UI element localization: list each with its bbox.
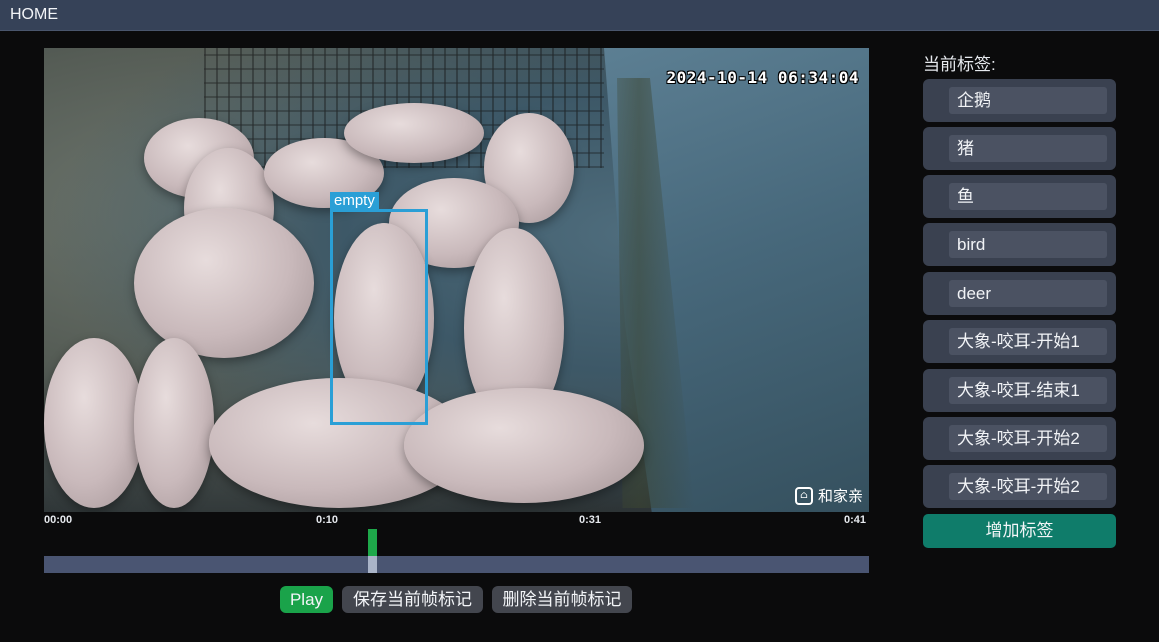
detection-label: empty (330, 192, 379, 210)
timeline-tick-start: 00:00 (44, 514, 73, 526)
save-frame-mark-button[interactable]: 保存当前帧标记 (342, 586, 483, 613)
video-frame[interactable]: 2024-10-14 06:34:04 empty ⌂ 和家亲 (44, 48, 869, 512)
tag-label: deer (949, 280, 1107, 307)
pig (404, 388, 644, 503)
add-tag-button[interactable]: 增加标签 (923, 514, 1116, 548)
pig (44, 338, 144, 508)
tag-item[interactable]: 大象-咬耳-开始2 (923, 417, 1116, 460)
timeline-track[interactable] (44, 556, 869, 573)
timeline-tick: 0:10 (316, 514, 339, 526)
playhead[interactable] (368, 556, 377, 573)
tag-label: 企鹅 (949, 87, 1107, 114)
tags-title: 当前标签: (923, 55, 996, 74)
timeline-tick: 0:31 (579, 514, 602, 526)
tag-label: bird (949, 231, 1107, 258)
play-button[interactable]: Play (280, 586, 333, 613)
pig (134, 208, 314, 358)
tag-label: 大象-咬耳-开始1 (949, 328, 1107, 355)
video-timestamp: 2024-10-14 06:34:04 (666, 68, 859, 87)
pig (134, 338, 214, 508)
tag-item[interactable]: 猪 (923, 127, 1116, 170)
house-icon: ⌂ (794, 486, 813, 505)
delete-frame-mark-button[interactable]: 删除当前帧标记 (492, 586, 632, 613)
tag-item[interactable]: deer (923, 272, 1116, 315)
pig (344, 103, 484, 163)
frame-marker[interactable] (368, 529, 377, 557)
tag-label: 鱼 (949, 183, 1107, 210)
tag-label: 大象-咬耳-开始2 (949, 473, 1107, 500)
top-bar: HOME (0, 0, 1159, 31)
tag-item[interactable]: 鱼 (923, 175, 1116, 218)
tag-label: 大象-咬耳-结束1 (949, 377, 1107, 404)
tag-item[interactable]: bird (923, 223, 1116, 266)
home-link[interactable]: HOME (10, 6, 58, 24)
tag-item[interactable]: 企鹅 (923, 79, 1116, 122)
detection-box[interactable] (330, 209, 428, 425)
watermark: ⌂ 和家亲 (794, 485, 863, 506)
timeline-tick-end: 0:41 (844, 514, 867, 526)
tag-item[interactable]: 大象-咬耳-开始2 (923, 465, 1116, 508)
tag-label: 大象-咬耳-开始2 (949, 425, 1107, 452)
tag-label: 猪 (949, 135, 1107, 162)
watermark-text: 和家亲 (817, 487, 863, 505)
tag-item[interactable]: 大象-咬耳-开始1 (923, 320, 1116, 363)
tag-item[interactable]: 大象-咬耳-结束1 (923, 369, 1116, 412)
